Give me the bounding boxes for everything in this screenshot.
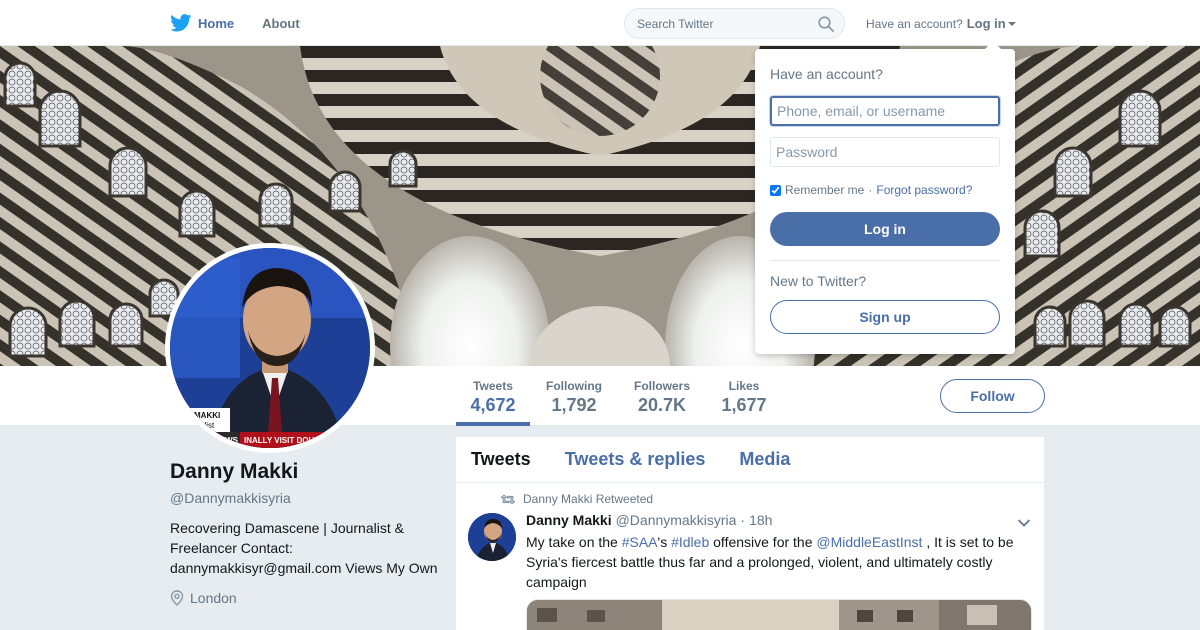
- profile-location-text: London: [190, 590, 237, 606]
- profile-handle[interactable]: @Dannymakkisyria: [170, 490, 440, 506]
- username-field[interactable]: [770, 96, 1000, 126]
- follow-button[interactable]: Follow: [940, 379, 1045, 413]
- tweet-avatar[interactable]: [468, 513, 516, 561]
- tweet-author-handle[interactable]: @Dannymakkisyria: [616, 512, 737, 528]
- forgot-password-link[interactable]: Forgot password?: [876, 183, 972, 197]
- avatar[interactable]: MAKKI alist NEWS INALLY VISIT DOUMA: [165, 243, 375, 453]
- chevron-down-icon[interactable]: [1017, 518, 1031, 528]
- tab-tweets[interactable]: Tweets: [471, 449, 531, 470]
- tweet-media-image: [527, 600, 1031, 630]
- tweet-text-part: offensive for the: [709, 534, 817, 550]
- mention-link[interactable]: @MiddleEastInst: [816, 534, 922, 550]
- avatar-caption-line2: alist: [200, 421, 215, 430]
- search-box[interactable]: [624, 8, 845, 39]
- search-icon[interactable]: [818, 16, 834, 32]
- login-dropdown-toggle[interactable]: Log in: [967, 16, 1016, 31]
- top-navigation: Home About Have an account? Log in: [0, 0, 1200, 46]
- profile-location: London: [170, 590, 440, 606]
- tweet-separator: ·: [740, 512, 746, 528]
- timeline-tabs: Tweets Tweets & replies Media: [456, 437, 1044, 483]
- signup-button[interactable]: Sign up: [770, 300, 1000, 334]
- dropdown-divider: [770, 260, 1000, 261]
- tab-media[interactable]: Media: [739, 449, 790, 470]
- retweet-context: Danny Makki Retweeted: [501, 492, 653, 506]
- avatar-ticker-right: INALLY VISIT DOUMA: [244, 436, 327, 445]
- tweet-timestamp[interactable]: 18h: [749, 512, 772, 528]
- tweet-header: Danny Makki @Dannymakkisyria · 18h: [526, 512, 772, 528]
- remember-me-checkbox[interactable]: [770, 184, 781, 196]
- remember-me-label[interactable]: Remember me: [785, 183, 864, 197]
- login-dropdown: Have an account? Remember me · Forgot pa…: [755, 41, 1015, 354]
- tweet-avatar-image: [468, 513, 516, 561]
- caret-down-icon: [1007, 22, 1016, 26]
- stat-tweets-value: 4,672: [470, 395, 516, 415]
- profile-bio: Recovering Damascene | Journalist & Free…: [170, 520, 438, 576]
- tweet-media[interactable]: [526, 599, 1032, 630]
- login-link-label: Log in: [966, 16, 1006, 31]
- tweet-text: My take on the #SAA's #Idleb offensive f…: [526, 532, 1031, 592]
- stat-likes[interactable]: Likes 1,677: [714, 366, 774, 426]
- retweet-icon: [501, 494, 515, 504]
- avatar-caption-line1: MAKKI: [194, 411, 220, 420]
- login-button[interactable]: Log in: [770, 212, 1000, 246]
- stat-following-value: 1,792: [551, 395, 597, 415]
- nav-home[interactable]: Home: [170, 14, 234, 32]
- stat-followers-label: Followers: [633, 379, 690, 393]
- account-prompt: Have an account? Log in: [866, 16, 1016, 31]
- profile-header-card: Danny Makki @Dannymakkisyria Recovering …: [170, 460, 440, 606]
- password-field[interactable]: [770, 137, 1000, 167]
- dropdown-arrow: [985, 41, 1001, 49]
- nav-home-label: Home: [198, 15, 235, 31]
- tab-tweets-and-replies[interactable]: Tweets & replies: [565, 449, 706, 470]
- retweet-note[interactable]: Danny Makki Retweeted: [523, 492, 653, 506]
- nav-about-label: About: [262, 15, 300, 31]
- timeline: Tweets Tweets & replies Media Danny Makk…: [456, 437, 1044, 630]
- remember-me: Remember me · Forgot password?: [770, 183, 972, 197]
- stat-tweets-label: Tweets: [473, 379, 513, 393]
- stat-following[interactable]: Following 1,792: [540, 366, 608, 426]
- avatar-image: MAKKI alist NEWS INALLY VISIT DOUMA: [170, 248, 370, 448]
- stat-tweets[interactable]: Tweets 4,672: [456, 366, 530, 426]
- tweet-text-part: 's: [657, 534, 672, 550]
- hashtag-link[interactable]: #Idleb: [671, 534, 709, 550]
- have-account-text: Have an account?: [866, 16, 963, 31]
- login-dropdown-title: Have an account?: [770, 66, 883, 82]
- avatar-ticker-left: NEWS: [214, 436, 239, 445]
- stat-likes-label: Likes: [728, 379, 760, 393]
- hashtag-link[interactable]: #SAA: [622, 534, 658, 550]
- remember-separator: ·: [868, 183, 873, 197]
- profile-name[interactable]: Danny Makki: [170, 460, 440, 484]
- tweet-text-part: My take on the: [526, 534, 622, 550]
- stat-followers-value: 20.7K: [637, 395, 687, 415]
- stat-likes-value: 1,677: [721, 395, 767, 415]
- tweet-author-name[interactable]: Danny Makki: [526, 512, 612, 528]
- new-to-twitter-text: New to Twitter?: [770, 273, 867, 289]
- nav-about[interactable]: About: [262, 16, 300, 31]
- stat-followers[interactable]: Followers 20.7K: [628, 366, 696, 426]
- search-input[interactable]: [637, 17, 807, 31]
- location-pin-icon: [170, 590, 184, 606]
- stat-following-label: Following: [546, 379, 602, 393]
- twitter-bird-icon: [170, 14, 192, 32]
- nav-left: Home About: [170, 0, 300, 46]
